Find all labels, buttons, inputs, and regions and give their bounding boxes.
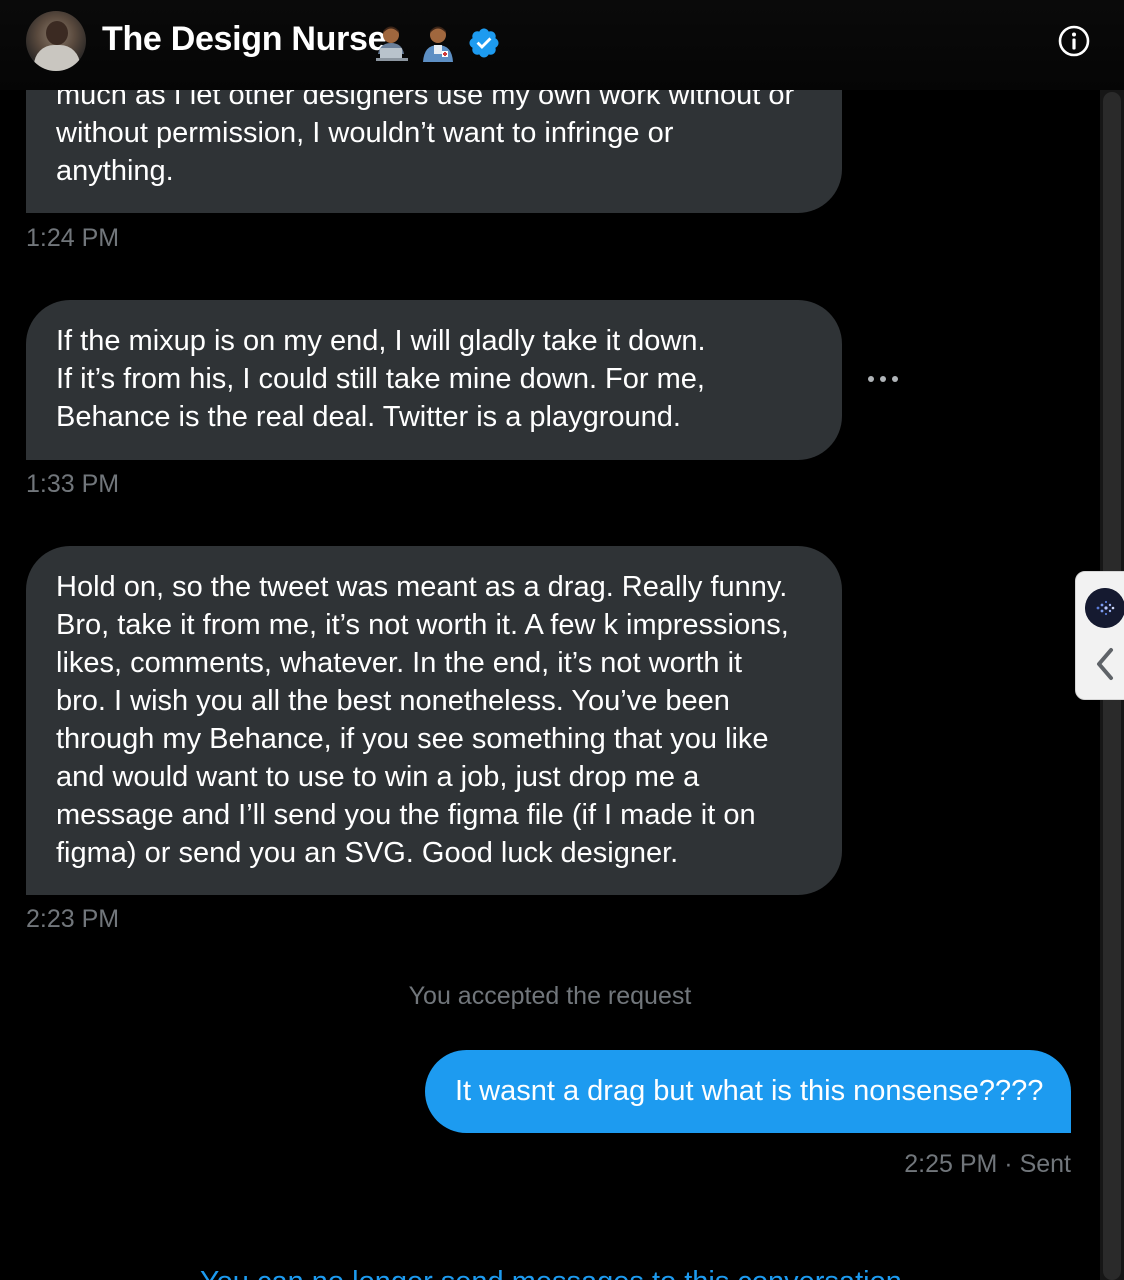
- message-line: figma) or send you an SVG. Good luck des…: [56, 837, 679, 869]
- message-line: message and I’ll send you the figma file…: [56, 799, 756, 831]
- message-line: If it’s from his, I could still take min…: [56, 363, 705, 395]
- delivery-status: Sent: [1019, 1150, 1071, 1178]
- message-line: without permission, I wouldn’t want to i…: [56, 117, 674, 149]
- message-line: likes, comments, whatever. In the end, i…: [56, 647, 743, 679]
- dm-conversation-screen: much as I let other designers use my own…: [0, 0, 1124, 1280]
- man-health-worker-emoji: [423, 26, 453, 62]
- message-timestamp: 1:24 PM: [26, 224, 120, 252]
- received-message-bubble[interactable]: If the mixup is on my end, I will gladly…: [26, 300, 842, 460]
- man-technologist-emoji: [376, 26, 408, 61]
- message-line: Bro, take it from me, it’s not worth it.…: [56, 609, 789, 641]
- info-icon[interactable]: [1057, 24, 1091, 58]
- conversation-notice: You can no longer send messages to this …: [200, 1266, 902, 1280]
- verified-badge-icon: [469, 28, 499, 58]
- message-line: Hold on, so the tweet was meant as a dra…: [56, 571, 788, 603]
- conversation-title[interactable]: The Design Nurse: [102, 20, 387, 59]
- avatar[interactable]: [26, 11, 86, 71]
- conversation-header: The Design Nurse: [0, 0, 1124, 90]
- sent-message-text: It wasnt a drag but what is this nonsens…: [455, 1075, 1044, 1107]
- sent-message-bubble[interactable]: It wasnt a drag but what is this nonsens…: [425, 1050, 1071, 1133]
- sent-message-timestamp: 2:25 PM: [904, 1150, 998, 1178]
- message-line: bro. I wish you all the best nonetheless…: [56, 685, 730, 717]
- system-message: You accepted the request: [408, 982, 692, 1010]
- message-line: through my Behance, if you see something…: [56, 723, 769, 755]
- side-widget-panel[interactable]: [1075, 571, 1124, 700]
- message-line: Behance is the real deal. Twitter is a p…: [56, 401, 681, 433]
- message-line: anything.: [56, 155, 174, 187]
- chevron-left-icon[interactable]: [1090, 644, 1120, 684]
- assistant-logo-icon[interactable]: [1085, 588, 1124, 628]
- meta-separator: ·: [1004, 1150, 1013, 1178]
- sent-message-meta: 2:25 PM · Sent: [904, 1150, 1071, 1179]
- message-line: If the mixup is on my end, I will gladly…: [56, 325, 706, 357]
- message-timestamp: 2:23 PM: [26, 905, 120, 933]
- message-line: and would want to use to win a job, just…: [56, 761, 700, 793]
- received-message-bubble[interactable]: Hold on, so the tweet was meant as a dra…: [26, 546, 842, 895]
- message-timestamp: 1:33 PM: [26, 470, 120, 498]
- more-options-icon[interactable]: [866, 366, 900, 392]
